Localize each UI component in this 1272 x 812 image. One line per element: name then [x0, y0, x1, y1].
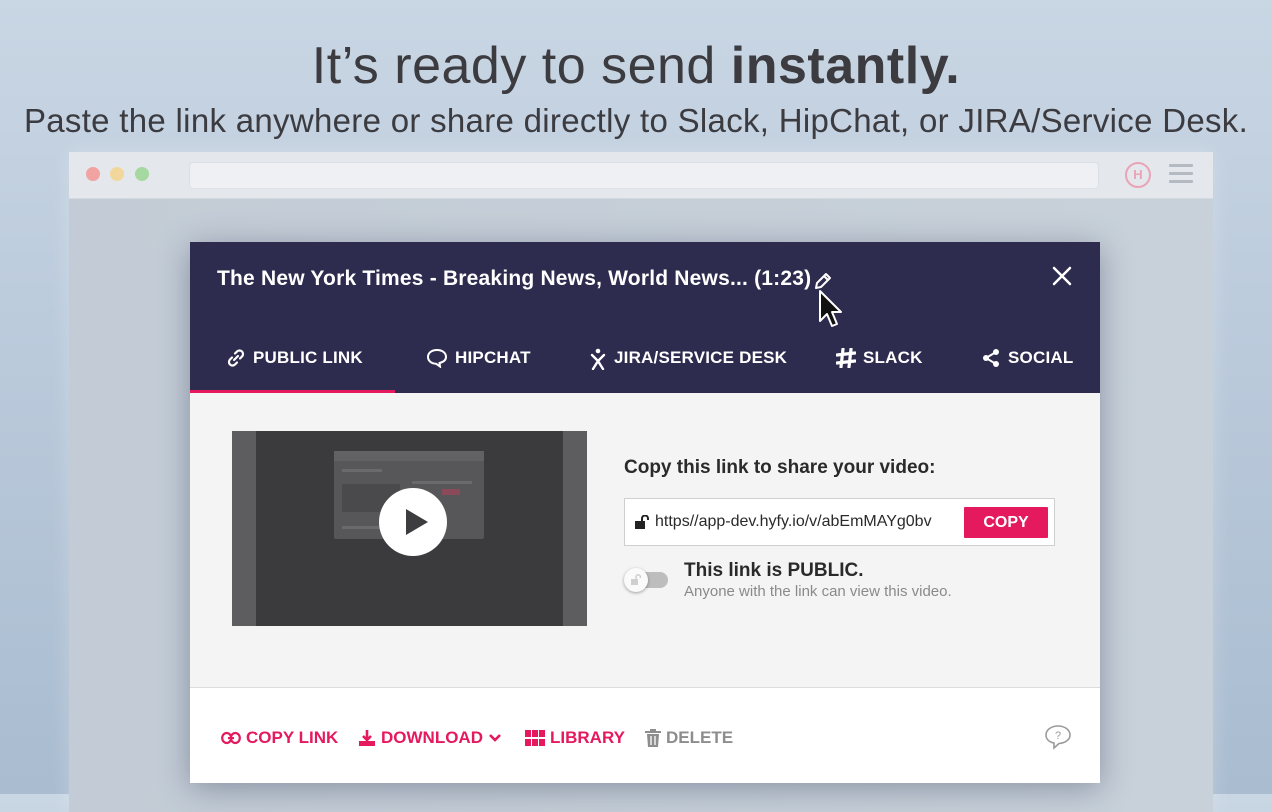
share-icon	[983, 349, 999, 367]
chat-bubble-icon	[426, 348, 448, 368]
preview-button	[442, 489, 460, 495]
play-button[interactable]	[379, 488, 447, 556]
hero-title-text: It’s ready to send	[311, 37, 731, 95]
copy-link-label: COPY LINK	[246, 728, 339, 747]
public-status-title: This link is PUBLIC.	[684, 560, 864, 581]
active-tab-indicator	[190, 390, 395, 393]
public-toggle[interactable]	[624, 568, 668, 592]
unlock-icon	[635, 515, 649, 529]
copy-link-heading: Copy this link to share your video:	[624, 457, 936, 478]
modal-title: The New York Times - Breaking News, Worl…	[217, 267, 812, 290]
link-icon	[221, 731, 241, 745]
preview-window-bar	[334, 451, 484, 461]
pencil-icon[interactable]	[814, 272, 832, 290]
tab-slack[interactable]: SLACK	[836, 348, 923, 393]
library-button[interactable]: LIBRARY	[525, 728, 625, 748]
download-icon	[359, 730, 375, 746]
tab-public-link[interactable]: PUBLIC LINK	[226, 348, 363, 393]
tab-label: PUBLIC LINK	[253, 348, 363, 367]
tab-label: SOCIAL	[1008, 348, 1074, 367]
share-link-input[interactable]	[655, 511, 963, 533]
window-close-dot[interactable]	[86, 167, 100, 181]
share-modal: The New York Times - Breaking News, Worl…	[190, 242, 1100, 783]
window-minimize-dot[interactable]	[110, 167, 124, 181]
trash-icon	[645, 729, 661, 747]
slack-icon	[836, 348, 856, 368]
modal-footer: COPY LINK DOWNLOAD LIBRARY DELETE ?	[190, 687, 1100, 783]
jira-icon	[590, 348, 606, 370]
browser-toolbar: H	[69, 152, 1213, 199]
preview-line	[412, 481, 472, 484]
tab-jira-service-desk[interactable]: JIRA/SERVICE DESK	[589, 348, 787, 393]
preview-line	[342, 469, 382, 472]
link-field: COPY	[624, 498, 1055, 546]
tab-social[interactable]: SOCIAL	[981, 348, 1073, 393]
svg-text:?: ?	[1055, 730, 1061, 742]
close-icon[interactable]	[1050, 264, 1074, 288]
mouse-cursor	[819, 290, 842, 327]
public-status-description: Anyone with the link can view this video…	[684, 583, 952, 600]
hero-title: It’s ready to send instantly.	[0, 36, 1272, 96]
tab-label: HIPCHAT	[455, 348, 531, 367]
hero-title-bold: instantly.	[730, 37, 961, 95]
video-thumbnail[interactable]	[232, 431, 587, 626]
tab-label: JIRA/SERVICE DESK	[614, 348, 788, 367]
hamburger-menu-icon[interactable]	[1169, 164, 1193, 188]
hyfy-logo-icon[interactable]: H	[1125, 162, 1151, 188]
modal-header: The New York Times - Breaking News, Worl…	[190, 242, 1100, 393]
hero-subtitle: Paste the link anywhere or share directl…	[23, 102, 1249, 139]
toggle-knob	[624, 568, 648, 592]
download-button[interactable]: DOWNLOAD	[358, 728, 507, 748]
feedback-chat-icon[interactable]: ?	[1044, 724, 1072, 750]
tab-hipchat[interactable]: HIPCHAT	[426, 348, 531, 393]
unlock-icon	[631, 574, 642, 585]
download-label: DOWNLOAD	[381, 728, 483, 747]
library-label: LIBRARY	[550, 728, 625, 747]
window-maximize-dot[interactable]	[135, 167, 149, 181]
copy-link-button[interactable]: COPY LINK	[221, 728, 338, 748]
grid-icon	[525, 730, 545, 746]
tab-label: SLACK	[863, 348, 923, 367]
delete-button[interactable]: DELETE	[645, 728, 733, 748]
chevron-down-icon	[489, 734, 501, 742]
delete-label: DELETE	[666, 728, 734, 747]
address-bar[interactable]	[189, 162, 1099, 189]
copy-button[interactable]: COPY	[964, 507, 1048, 538]
link-icon	[227, 349, 245, 367]
